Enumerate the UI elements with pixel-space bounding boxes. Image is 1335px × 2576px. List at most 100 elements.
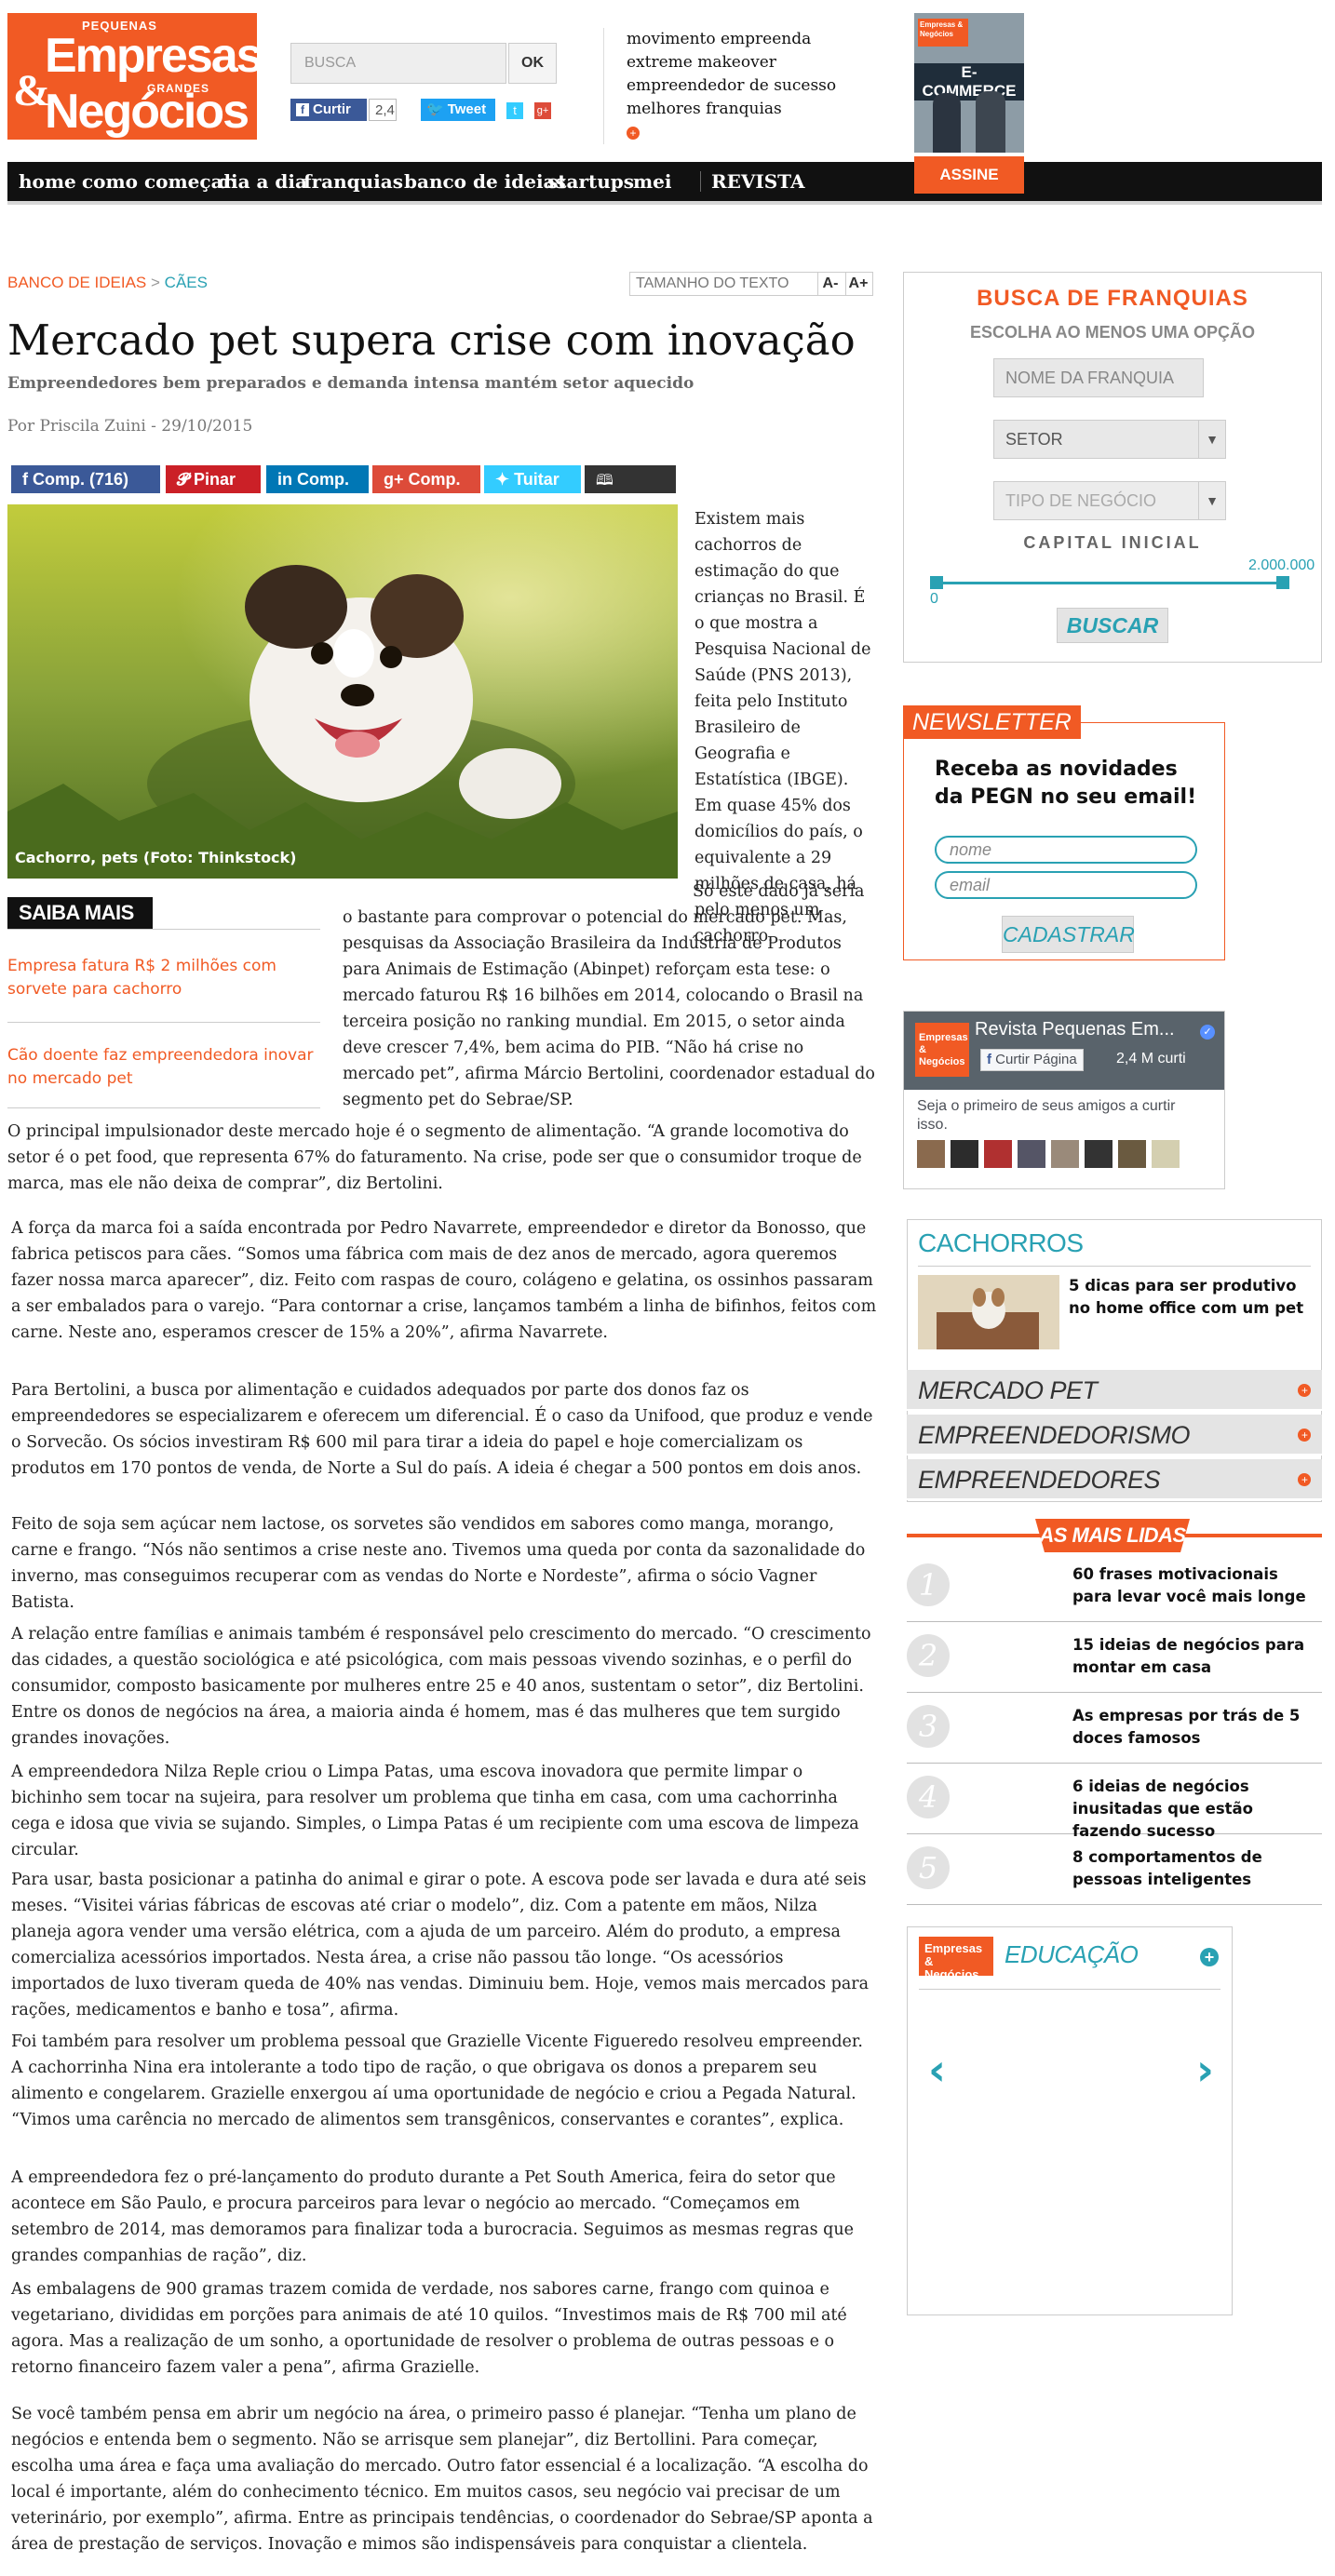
- capital-slider-max-handle[interactable]: [1276, 576, 1289, 589]
- franchise-name-input[interactable]: NOME DA FRANQUIA: [993, 358, 1204, 397]
- magazine-person: [976, 91, 1005, 153]
- twitter-icon[interactable]: t: [506, 102, 523, 119]
- carousel-next-icon[interactable]: ›: [1196, 2045, 1214, 2095]
- mais-lidas-item[interactable]: 4 6 ideias de negócios inusitadas que es…: [907, 1764, 1322, 1840]
- educacao-title[interactable]: EDUCAÇÃO: [1005, 1940, 1139, 1969]
- puppy-photo: [7, 504, 678, 879]
- related-link[interactable]: Cão doente faz empreendedora inovar no m…: [7, 1044, 315, 1091]
- setor-select[interactable]: SETOR ▼: [993, 420, 1226, 459]
- educacao-box: Empresas & Negócios EDUCAÇÃO + ‹ ›: [907, 1926, 1233, 2315]
- article-title: Mercado pet supera crise com inovação: [7, 315, 856, 365]
- educacao-logo: Empresas & Negócios: [919, 1937, 993, 1981]
- verified-icon: ✓: [1200, 1025, 1215, 1040]
- newsletter-name-input[interactable]: nome: [935, 836, 1197, 864]
- friend-avatar[interactable]: [1118, 1140, 1146, 1168]
- nav-dia-a-dia[interactable]: dia a dia: [218, 162, 307, 201]
- text-decrease-button[interactable]: A-: [817, 273, 843, 295]
- article-paragraph: A empreendedora Nilza Reple criou o Limp…: [11, 1763, 859, 1859]
- nav-home[interactable]: home: [19, 162, 76, 201]
- breadcrumb-section[interactable]: BANCO DE IDEIAS: [7, 274, 146, 291]
- friend-avatar[interactable]: [917, 1140, 945, 1168]
- facebook-widget: Empresas & Negócios Revista Pequenas Em.…: [903, 1011, 1225, 1189]
- category-empreendedorismo[interactable]: EMPREENDEDORISMO +: [907, 1415, 1322, 1456]
- googleplus-icon[interactable]: g+: [534, 102, 551, 119]
- share-label: Comp.: [297, 470, 349, 489]
- mais-lidas-item[interactable]: 2 15 ideias de negócios para montar em c…: [907, 1623, 1322, 1693]
- header-link[interactable]: melhores franquias: [627, 98, 841, 121]
- related-link[interactable]: Empresa fatura R$ 2 milhões com sorvete …: [7, 955, 315, 1001]
- saiba-mais-box: SAIBA MAIS: [7, 897, 320, 930]
- nav-revista[interactable]: REVISTA: [711, 162, 805, 201]
- search-input[interactable]: BUSCA: [290, 43, 506, 84]
- more-links-icon[interactable]: +: [627, 127, 640, 140]
- franchise-search-box: BUSCA DE FRANQUIAS ESCOLHA AO MENOS UMA …: [903, 272, 1322, 663]
- nav-franquias[interactable]: franquias: [303, 162, 403, 201]
- facebook-icon: f: [22, 470, 33, 489]
- setor-select-label: SETOR: [1005, 430, 1063, 449]
- logo-line2: Negócios: [45, 85, 249, 139]
- share-linkedin-button[interactable]: in Comp.: [266, 465, 369, 493]
- category-mercado-pet[interactable]: MERCADO PET +: [907, 1370, 1322, 1411]
- site-logo[interactable]: PEQUENAS Empresas GRANDES & Negócios: [7, 13, 263, 140]
- mais-lidas-item[interactable]: 5 8 comportamentos de pessoas inteligent…: [907, 1835, 1322, 1905]
- category-empreendedores[interactable]: EMPREENDEDORES +: [907, 1459, 1322, 1500]
- category-label: EMPREENDEDORES: [918, 1466, 1161, 1494]
- header-link[interactable]: movimento empreenda: [627, 28, 841, 51]
- header-link[interactable]: extreme makeover: [627, 51, 841, 74]
- mais-lidas-title-text: 15 ideias de negócios para montar em cas…: [1072, 1636, 1305, 1676]
- breadcrumb-topic[interactable]: CÃES: [165, 274, 208, 291]
- share-label: Comp.: [408, 470, 461, 489]
- buscar-button[interactable]: BUSCAR: [1057, 608, 1168, 643]
- friend-avatar[interactable]: [984, 1140, 1012, 1168]
- main-nav: home como começar dia a dia franquias ba…: [7, 162, 1322, 205]
- rank-number: 4: [907, 1776, 950, 1818]
- article-subtitle: Empreendedores bem preparados e demanda …: [7, 374, 694, 393]
- text-increase-button[interactable]: A+: [845, 273, 870, 295]
- cachorros-item-title[interactable]: 5 dicas para ser produtivo no home offic…: [1069, 1275, 1313, 1320]
- share-googleplus-button[interactable]: g+ Comp.: [372, 465, 480, 493]
- magazine-cover[interactable]: Empresas & Negócios E-COMMERCE: [914, 13, 1024, 153]
- saiba-mais-label: SAIBA MAIS: [7, 897, 153, 929]
- header-link[interactable]: empreendedor de sucesso: [627, 74, 841, 98]
- share-twitter-button[interactable]: ✦ Tuitar: [484, 465, 581, 493]
- friend-avatar[interactable]: [1152, 1140, 1180, 1168]
- newsletter-email-input[interactable]: email: [935, 871, 1197, 899]
- facebook-like-page-button[interactable]: f Curtir Página: [980, 1049, 1084, 1071]
- facebook-page-name[interactable]: Revista Pequenas Em...: [975, 1019, 1175, 1040]
- friend-avatar[interactable]: [1085, 1140, 1112, 1168]
- article-paragraph: A relação entre famílias e animais també…: [11, 1625, 871, 1748]
- logo-line1: Empresas: [45, 29, 263, 83]
- plus-icon: +: [1298, 1384, 1311, 1397]
- mais-lidas-item[interactable]: 1 60 frases motivacionais para levar voc…: [907, 1552, 1322, 1622]
- friend-avatar[interactable]: [951, 1140, 978, 1168]
- divider: [7, 1022, 320, 1023]
- nav-como-comecar[interactable]: como começar: [82, 162, 233, 201]
- share-facebook-button[interactable]: f Comp. (716): [11, 465, 160, 493]
- search-button[interactable]: OK: [508, 43, 557, 84]
- nav-banco-de-ideias[interactable]: banco de ideias: [404, 162, 566, 201]
- rank-number: 2: [907, 1634, 950, 1677]
- mais-lidas-item[interactable]: 3 As empresas por trás de 5 doces famoso…: [907, 1694, 1322, 1764]
- cachorros-title[interactable]: CACHORROS: [918, 1228, 1084, 1258]
- article-paragraph: Para Bertolini, a busca por alimentação …: [11, 1381, 873, 1478]
- tweet-button[interactable]: 🐦 Tweet: [421, 99, 495, 121]
- facebook-icon: f: [987, 1052, 996, 1067]
- cadastrar-button[interactable]: CADASTRAR: [1002, 916, 1135, 953]
- subscribe-button[interactable]: ASSINE: [914, 156, 1024, 194]
- cachorros-thumbnail[interactable]: [918, 1275, 1059, 1349]
- share-pinterest-button[interactable]: 𝓟 Pinar: [166, 465, 261, 493]
- article-photo: [7, 504, 678, 879]
- friend-avatar[interactable]: [1051, 1140, 1079, 1168]
- chevron-down-icon: ▼: [1198, 482, 1225, 519]
- capital-slider-min-handle[interactable]: [930, 576, 943, 589]
- subscribe-share-button[interactable]: 🕮 Assine já!: [585, 465, 676, 509]
- tipo-negocio-select[interactable]: TIPO DE NEGÓCIO ▼: [993, 481, 1226, 520]
- chevron-down-icon: ▼: [1198, 421, 1225, 458]
- rank-number: 1: [907, 1563, 950, 1606]
- nav-startups[interactable]: startups: [547, 162, 634, 201]
- friend-avatar[interactable]: [1018, 1140, 1045, 1168]
- carousel-prev-icon[interactable]: ‹: [928, 2045, 946, 2095]
- facebook-like-button[interactable]: f Curtir: [290, 99, 367, 121]
- nav-mei[interactable]: mei: [633, 162, 671, 201]
- plus-icon[interactable]: +: [1200, 1948, 1219, 1966]
